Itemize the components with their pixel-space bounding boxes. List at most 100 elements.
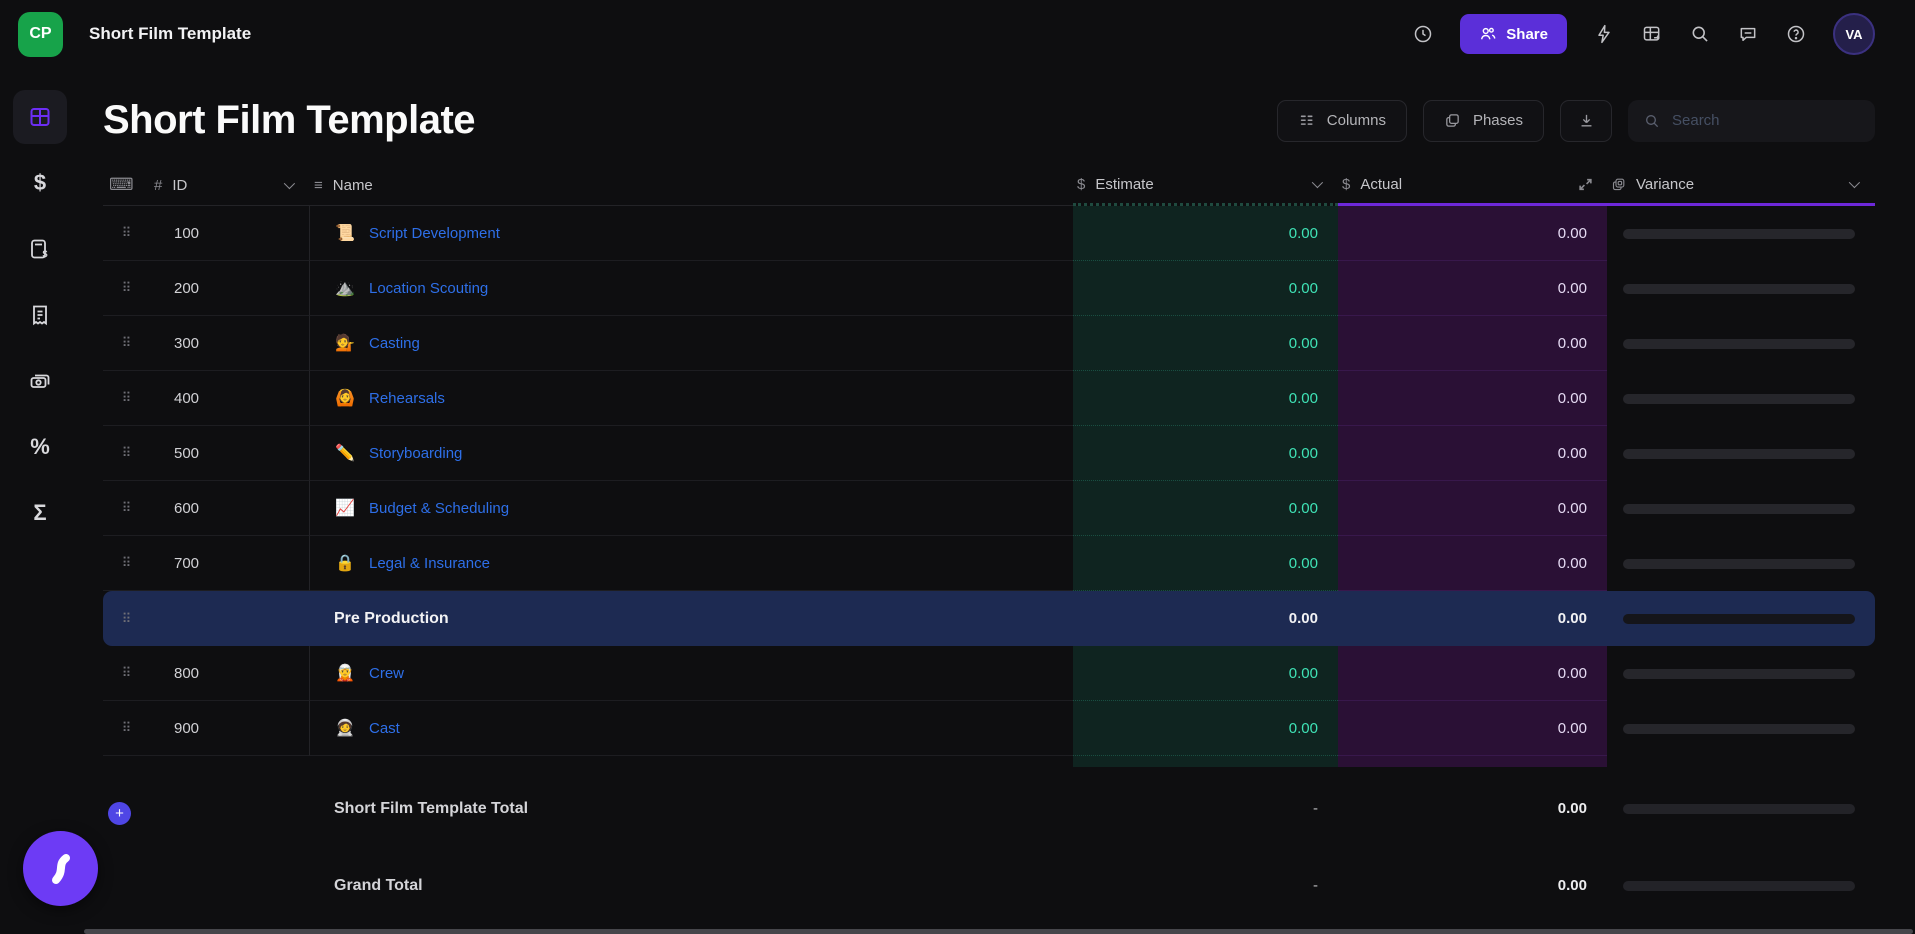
row-name-link[interactable]: Crew: [369, 665, 404, 682]
estimate-cell[interactable]: 0.00: [1073, 536, 1338, 591]
estimate-cell[interactable]: 0.00: [1073, 206, 1338, 261]
keyboard-shortcuts-icon[interactable]: ⌨: [103, 165, 150, 206]
variance-cell: [1607, 536, 1875, 591]
column-header-actual[interactable]: $ Actual: [1338, 165, 1607, 206]
drag-handle[interactable]: ⠿: [103, 316, 150, 371]
column-header-variance[interactable]: Variance: [1607, 165, 1875, 206]
drag-handle[interactable]: ⠿: [103, 371, 150, 426]
chevron-down-icon[interactable]: [1849, 177, 1860, 188]
drag-handle[interactable]: ⠿: [103, 646, 150, 701]
estimate-cell[interactable]: 0.00: [1073, 701, 1338, 756]
column-header-variance-label: Variance: [1636, 176, 1694, 193]
actual-cell[interactable]: 0.00: [1338, 646, 1607, 701]
sidebar-item-table[interactable]: [13, 90, 67, 144]
spacer-cell: [103, 756, 150, 767]
actual-cell[interactable]: 0.00: [1338, 371, 1607, 426]
add-row-button[interactable]: +: [108, 802, 131, 825]
actual-cell[interactable]: 0.00: [1338, 591, 1607, 646]
download-button[interactable]: [1560, 100, 1612, 142]
row-name-link[interactable]: Script Development: [369, 225, 500, 242]
help-icon[interactable]: [1785, 23, 1807, 45]
drag-handle[interactable]: ⠿: [103, 536, 150, 591]
estimate-cell[interactable]: 0.00: [1073, 481, 1338, 536]
bolt-icon[interactable]: [1593, 23, 1615, 45]
actual-cell[interactable]: 0.00: [1338, 426, 1607, 481]
total-estimate: -: [1073, 781, 1338, 836]
actual-cell[interactable]: 0.00: [1338, 261, 1607, 316]
row-name-link[interactable]: Legal & Insurance: [369, 555, 490, 572]
column-header-id[interactable]: # ID: [150, 165, 310, 206]
user-avatar[interactable]: VA: [1833, 13, 1875, 55]
column-header-name[interactable]: ≡ Name: [310, 165, 1073, 206]
share-button-label: Share: [1506, 26, 1548, 43]
chevron-down-icon[interactable]: [284, 178, 295, 189]
person-icon: 💁: [334, 333, 356, 353]
spacer-cell: [310, 756, 1073, 767]
sidebar-item-receipt[interactable]: [13, 288, 67, 342]
table-export-icon[interactable]: [1641, 23, 1663, 45]
estimate-cell[interactable]: 0.00: [1073, 591, 1338, 646]
table-row: ⠿300💁Casting0.000.00: [103, 316, 1875, 371]
total-actual: 0.00: [1338, 858, 1607, 913]
comment-icon[interactable]: [1737, 23, 1759, 45]
variance-cell: [1607, 591, 1875, 646]
sidebar-item-dollar[interactable]: $: [13, 156, 67, 210]
group-row-pre-production: ⠿Pre Production0.000.00: [103, 591, 1875, 646]
phases-button[interactable]: Phases: [1423, 100, 1544, 142]
workspace-badge[interactable]: CP: [18, 12, 63, 57]
spacer-cell: [1338, 756, 1607, 767]
estimate-cell[interactable]: 0.00: [1073, 371, 1338, 426]
sidebar-item-percent[interactable]: %: [13, 420, 67, 474]
person-icon: 🧝: [334, 663, 356, 683]
saturation-logo-fab[interactable]: [23, 831, 98, 906]
lock-icon: 🔒: [334, 553, 356, 573]
variance-bar: [1623, 669, 1855, 679]
horizontal-scrollbar[interactable]: [84, 929, 1913, 934]
row-name-link[interactable]: Storyboarding: [369, 445, 462, 462]
row-name-link[interactable]: Location Scouting: [369, 280, 488, 297]
row-name-link[interactable]: Budget & Scheduling: [369, 500, 509, 517]
actual-cell[interactable]: 0.00: [1338, 206, 1607, 261]
drag-handle[interactable]: ⠿: [103, 701, 150, 756]
search-icon[interactable]: [1689, 23, 1711, 45]
expand-diagonal-icon[interactable]: [1578, 177, 1593, 192]
drag-handle[interactable]: ⠿: [103, 591, 150, 646]
drag-handle[interactable]: ⠿: [103, 206, 150, 261]
columns-button[interactable]: Columns: [1277, 100, 1407, 142]
variance-bar: [1623, 881, 1855, 891]
actual-cell[interactable]: 0.00: [1338, 536, 1607, 591]
columns-icon: [1298, 112, 1315, 129]
actual-cell[interactable]: 0.00: [1338, 316, 1607, 371]
row-name-link[interactable]: Casting: [369, 335, 420, 352]
row-name-cell: 📈Budget & Scheduling: [310, 481, 1073, 536]
estimate-cell[interactable]: 0.00: [1073, 316, 1338, 371]
sidebar-item-cash[interactable]: [13, 354, 67, 408]
chevron-down-icon[interactable]: [1312, 177, 1323, 188]
scroll-icon: 📜: [334, 223, 356, 243]
variance-bar: [1623, 229, 1855, 239]
actual-cell[interactable]: 0.00: [1338, 701, 1607, 756]
actual-cell[interactable]: 0.00: [1338, 481, 1607, 536]
drag-handle[interactable]: ⠿: [103, 426, 150, 481]
sidebar-item-budget-calculator[interactable]: $: [13, 222, 67, 276]
variance-bar: [1623, 559, 1855, 569]
column-header-estimate[interactable]: $ Estimate: [1073, 165, 1338, 206]
row-id: 200: [150, 261, 310, 316]
dollar-icon: $: [1342, 176, 1350, 193]
drag-handle[interactable]: ⠿: [103, 261, 150, 316]
total-label: Grand Total: [310, 858, 1073, 913]
topbar: CP Short Film Template Share: [0, 0, 1915, 68]
estimate-cell[interactable]: 0.00: [1073, 261, 1338, 316]
history-clock-icon[interactable]: [1412, 23, 1434, 45]
table-search: [1628, 100, 1875, 142]
drag-handle[interactable]: ⠿: [103, 481, 150, 536]
row-name-link[interactable]: Cast: [369, 720, 400, 737]
row-name-link[interactable]: Rehearsals: [369, 390, 445, 407]
search-input[interactable]: [1672, 112, 1859, 129]
sidebar-item-sum[interactable]: Σ: [13, 486, 67, 540]
variance-bar: [1623, 724, 1855, 734]
share-button[interactable]: Share: [1460, 14, 1567, 54]
estimate-cell[interactable]: 0.00: [1073, 646, 1338, 701]
estimate-cell[interactable]: 0.00: [1073, 426, 1338, 481]
template-total-row: Short Film Template Total-0.00: [103, 781, 1875, 836]
